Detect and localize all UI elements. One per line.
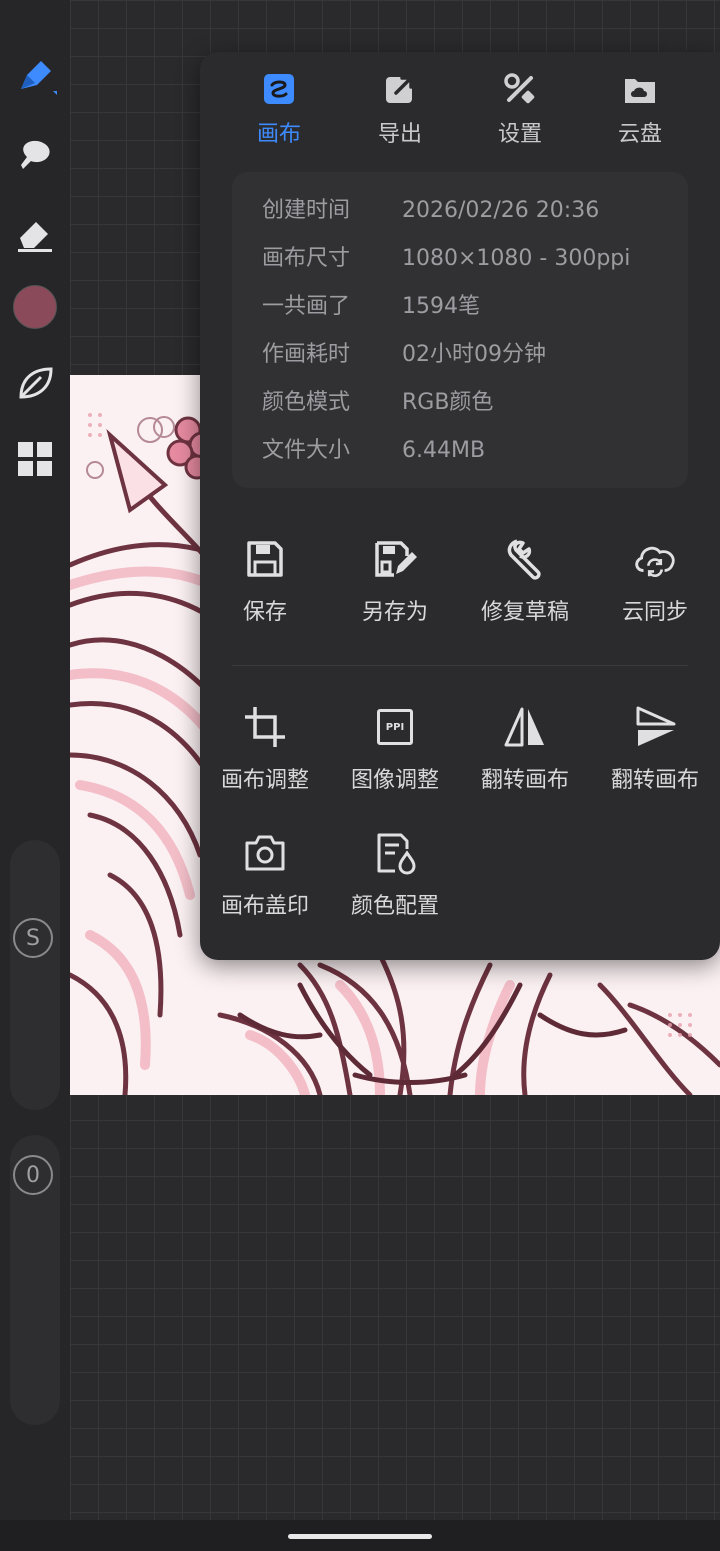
brush-opacity-slider[interactable]: 0: [10, 1135, 60, 1425]
grid-icon: [18, 442, 52, 476]
info-value: 2026/02/26 20:36: [402, 198, 600, 223]
save-button[interactable]: 保存: [200, 536, 330, 636]
tab-settings[interactable]: 设置: [460, 72, 580, 152]
wrench-icon: [502, 536, 548, 582]
leaf-icon: [19, 367, 53, 399]
size-slider-label: S: [26, 925, 40, 951]
tab-export[interactable]: 导出: [340, 72, 460, 152]
panel-divider: [232, 665, 688, 666]
smudge-icon: [21, 140, 50, 169]
canvas-info-card: 创建时间 2026/02/26 20:36 画布尺寸 1080×1080 - 3…: [232, 172, 688, 488]
action-label: 图像调整: [350, 768, 439, 793]
left-toolbar: S 0: [0, 0, 70, 1520]
info-key: 画布尺寸: [262, 246, 351, 271]
info-key: 文件大小: [262, 438, 351, 463]
system-nav-bar: [0, 1520, 720, 1551]
leaf-tool-button[interactable]: [10, 358, 60, 408]
info-value: 02小时09分钟: [402, 342, 546, 367]
info-value: 1080×1080 - 300ppi: [402, 246, 631, 271]
save-as-icon: [372, 536, 418, 582]
brush-size-slider[interactable]: S: [10, 840, 60, 1110]
info-value: 1594笔: [402, 294, 480, 319]
action-label: 保存: [242, 600, 287, 625]
canvas-adjust-button[interactable]: 画布调整: [200, 704, 330, 804]
color-picker-button[interactable]: [10, 282, 60, 332]
action-label: 另存为: [361, 600, 428, 625]
flip-vertical-icon: [632, 704, 678, 750]
export-icon: [383, 72, 417, 106]
eraser-icon: [18, 222, 52, 252]
eraser-tool-button[interactable]: [10, 208, 60, 258]
ppi-icon: PPI: [372, 704, 418, 750]
flip-canvas-vertical-button[interactable]: 翻转画布: [590, 704, 720, 804]
ppi-icon-text: PPI: [385, 721, 405, 733]
tab-cloud-drive[interactable]: 云盘: [580, 72, 700, 152]
info-value: RGB颜色: [402, 390, 494, 415]
save-as-button[interactable]: 另存为: [330, 536, 460, 636]
repair-draft-button[interactable]: 修复草稿: [460, 536, 590, 636]
panel-tabs: 画布 导出 设置 云盘: [200, 72, 720, 152]
home-indicator[interactable]: [288, 1534, 432, 1539]
image-adjust-button[interactable]: PPI 图像调整: [330, 704, 460, 804]
save-icon: [242, 536, 288, 582]
pen-icon: [21, 61, 57, 95]
brush-tool-button[interactable]: [10, 52, 60, 102]
action-label: 画布调整: [220, 768, 309, 793]
flip-canvas-horizontal-button[interactable]: 翻转画布: [460, 704, 590, 804]
action-label: 云同步: [621, 600, 688, 625]
current-color-swatch: [13, 285, 57, 329]
settings-tools-icon: [503, 72, 537, 106]
cloud-sync-icon: [632, 536, 678, 582]
tab-label: 云盘: [617, 122, 662, 147]
action-label: 画布盖印: [220, 894, 309, 919]
size-slider-knob[interactable]: S: [13, 918, 53, 958]
tab-label: 画布: [256, 122, 301, 147]
layers-grid-button[interactable]: [10, 434, 60, 484]
cloud-drive-icon: [623, 72, 657, 106]
color-profile-icon: [372, 830, 418, 876]
tab-label: 设置: [497, 122, 542, 147]
info-key: 作画耗时: [262, 342, 351, 367]
opacity-slider-label: 0: [26, 1162, 40, 1188]
action-label: 颜色配置: [350, 894, 439, 919]
info-key: 创建时间: [262, 198, 351, 223]
action-label: 翻转画布: [610, 768, 699, 793]
canvas-icon: [262, 72, 296, 106]
crop-icon: [242, 704, 288, 750]
app-root: S 0 画布 导出 设置 云盘 创建时间 2026/02/26 20:36 画布…: [0, 0, 720, 1551]
tab-label: 导出: [377, 122, 422, 147]
color-config-button[interactable]: 颜色配置: [330, 830, 460, 930]
cloud-sync-button[interactable]: 云同步: [590, 536, 720, 636]
opacity-slider-knob[interactable]: 0: [13, 1155, 53, 1195]
tab-canvas[interactable]: 画布: [219, 72, 339, 152]
panel-pointer: [660, 36, 688, 52]
info-value: 6.44MB: [402, 438, 486, 463]
canvas-info-panel: 画布 导出 设置 云盘 创建时间 2026/02/26 20:36 画布尺寸 1…: [200, 52, 720, 960]
camera-icon: [242, 830, 288, 876]
action-label: 修复草稿: [480, 600, 569, 625]
flip-horizontal-icon: [502, 704, 548, 750]
action-label: 翻转画布: [480, 768, 569, 793]
info-key: 一共画了: [262, 294, 351, 319]
info-key: 颜色模式: [262, 390, 351, 415]
canvas-stamp-button[interactable]: 画布盖印: [200, 830, 330, 930]
smudge-tool-button[interactable]: [10, 130, 60, 180]
